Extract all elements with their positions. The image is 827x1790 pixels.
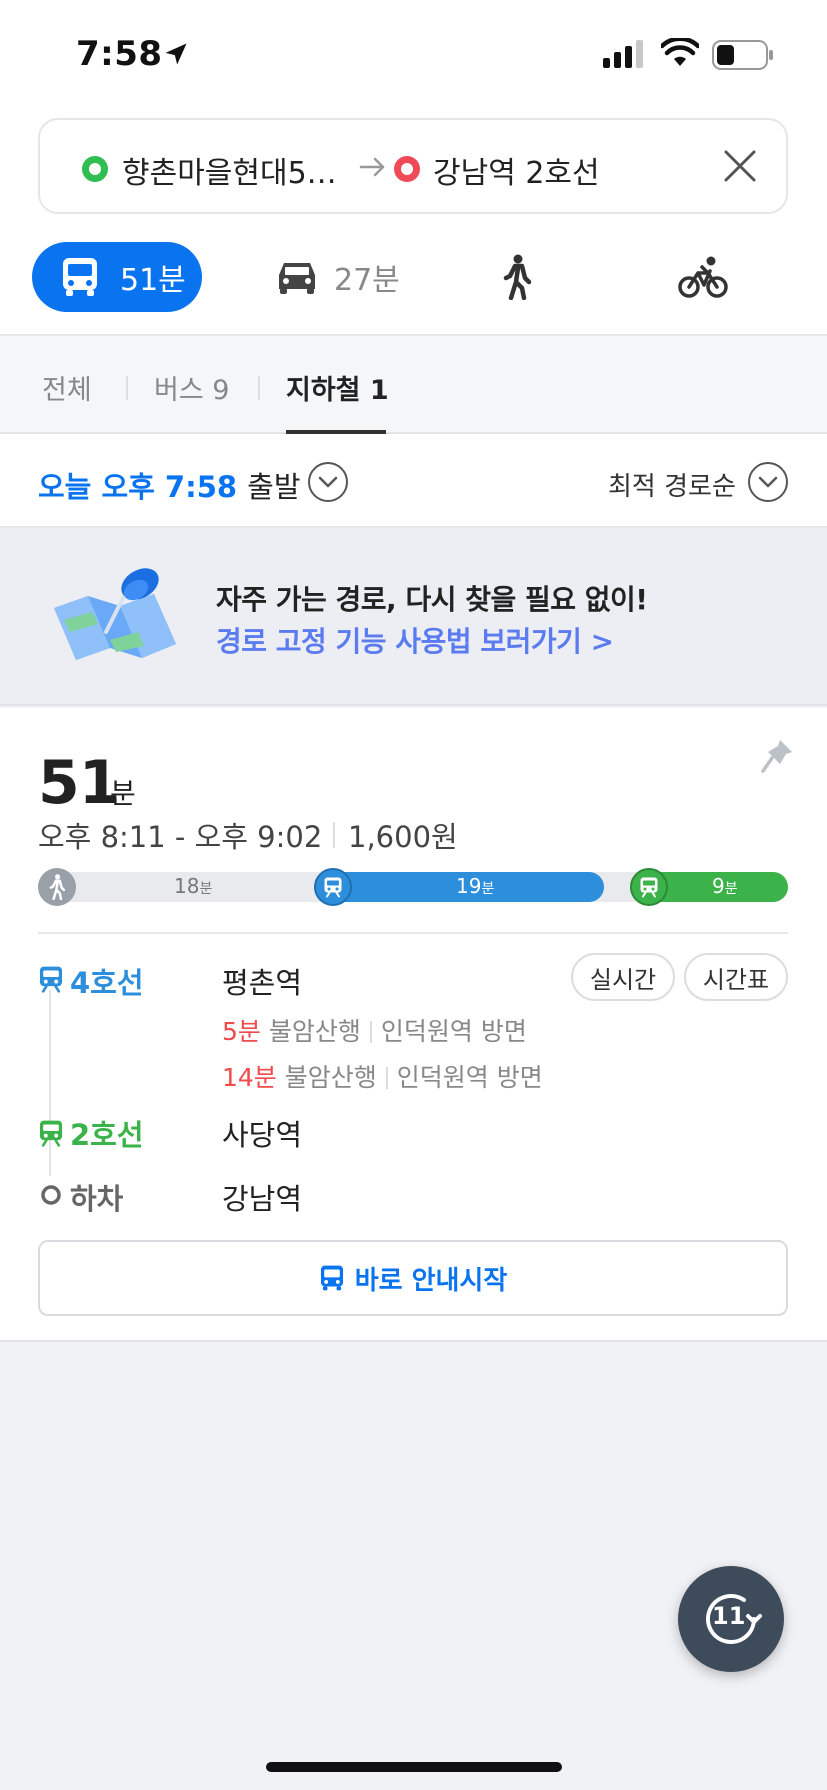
mode-walk-tab[interactable] bbox=[500, 242, 534, 312]
destination-field[interactable]: 강남역 2호선 bbox=[433, 148, 600, 192]
arrival-info: 14분 불암산행 인덕원역 방면 bbox=[222, 1063, 543, 1092]
timetable-button[interactable]: 시간표 bbox=[684, 953, 788, 1001]
step-line-name: 4호선 bbox=[70, 966, 144, 1000]
tab-subway[interactable]: 지하철 1 bbox=[286, 368, 389, 407]
pushpin-icon[interactable] bbox=[760, 738, 794, 778]
walking-icon bbox=[49, 874, 66, 900]
bus-icon bbox=[320, 1265, 343, 1291]
mode-transit-label: 51분 bbox=[120, 263, 186, 298]
departure-time[interactable]: 오늘 오후 7:58 출발 bbox=[38, 464, 301, 506]
banner-link[interactable]: 경로 고정 기능 사용법 보러가기 > bbox=[216, 620, 614, 660]
bus-icon bbox=[63, 258, 97, 296]
tab-all[interactable]: 전체 bbox=[42, 368, 92, 407]
wifi-icon bbox=[661, 38, 699, 66]
tab-separator bbox=[126, 376, 128, 400]
walking-icon bbox=[503, 254, 532, 300]
realtime-button[interactable]: 실시간 bbox=[571, 953, 675, 1001]
divider bbox=[333, 822, 335, 848]
status-time: 7:58 bbox=[76, 34, 163, 74]
arrow-right-icon bbox=[359, 157, 385, 177]
subway-icon bbox=[640, 877, 658, 898]
route-fare: 1,600원 bbox=[348, 820, 458, 854]
subway-line4-icon bbox=[39, 966, 63, 993]
banner-title: 자주 가는 경로, 다시 찾을 필요 없이! bbox=[216, 583, 648, 616]
mode-car-label: 27분 bbox=[334, 263, 400, 298]
route-header: 향촌마을현대5… 강남역 2호선 51분 27분 bbox=[0, 110, 827, 336]
departure-suffix: 출발 bbox=[247, 470, 301, 504]
segment-line4-badge bbox=[314, 868, 352, 906]
segment-walk-minutes: 18분 bbox=[174, 874, 213, 898]
origin-marker-icon bbox=[82, 156, 108, 182]
mode-car-tab[interactable]: 27분 bbox=[276, 242, 400, 312]
route-search-box[interactable]: 향촌마을현대5… 강남역 2호선 bbox=[38, 118, 788, 214]
arrival-info: 5분 불암산행 인덕원역 방면 bbox=[222, 1017, 527, 1046]
mode-transit-tab[interactable]: 51분 bbox=[32, 242, 202, 312]
step-line-name: 하차 bbox=[70, 1182, 124, 1216]
start-navigation-label: 바로 안내시작 bbox=[354, 1265, 508, 1296]
destination-marker-icon bbox=[394, 156, 420, 182]
chevron-down-icon bbox=[758, 476, 778, 488]
route-time-range: 오후 8:11 - 오후 9:02 bbox=[38, 820, 323, 854]
segment-line2-minutes: 9분 bbox=[712, 874, 738, 898]
bicycle-icon bbox=[678, 256, 728, 298]
alight-point-icon bbox=[41, 1185, 61, 1205]
route-card[interactable]: 51 분 오후 8:11 - 오후 9:02 1,600원 18분 19분 9분 bbox=[0, 708, 827, 1342]
route-timeline-line bbox=[49, 990, 51, 1176]
map-pin-illustration-icon bbox=[54, 568, 176, 660]
route-duration: 51 bbox=[38, 748, 120, 818]
subway-line2-icon bbox=[39, 1120, 63, 1147]
segment-line2-badge bbox=[630, 868, 668, 906]
chevron-down-icon bbox=[318, 476, 338, 488]
cellular-signal-icon bbox=[603, 40, 643, 68]
departure-row: 오늘 오후 7:58 출발 최적 경로순 bbox=[0, 434, 827, 528]
close-icon[interactable] bbox=[720, 146, 760, 186]
step-station[interactable]: 사당역 bbox=[222, 1112, 302, 1154]
car-icon bbox=[279, 263, 315, 294]
subway-icon bbox=[324, 877, 342, 898]
divider bbox=[38, 932, 788, 934]
tab-bus[interactable]: 버스 9 bbox=[154, 368, 229, 407]
pin-route-banner[interactable]: 자주 가는 경로, 다시 찾을 필요 없이! 경로 고정 기능 사용법 보러가기… bbox=[0, 528, 827, 706]
departure-time-dropdown[interactable] bbox=[308, 462, 348, 502]
start-navigation-button[interactable]: 바로 안내시작 bbox=[38, 1240, 788, 1316]
route-duration-unit: 분 bbox=[110, 777, 136, 810]
battery-icon bbox=[712, 40, 773, 70]
segment-walk-badge bbox=[38, 868, 76, 906]
tab-separator bbox=[258, 376, 260, 400]
segment-line4-minutes: 19분 bbox=[456, 874, 495, 898]
refresh-countdown-button[interactable]: 11 bbox=[678, 1566, 784, 1672]
step-station[interactable]: 강남역 bbox=[222, 1176, 302, 1218]
route-filter-tabs: 전체 버스 9 지하철 1 bbox=[0, 336, 827, 434]
location-arrow-icon bbox=[165, 43, 187, 65]
travel-mode-tabs: 51분 27분 bbox=[0, 242, 827, 312]
origin-field[interactable]: 향촌마을현대5… bbox=[122, 148, 352, 192]
sort-order-label[interactable]: 최적 경로순 bbox=[608, 466, 736, 503]
home-indicator bbox=[266, 1762, 562, 1772]
mode-bike-tab[interactable] bbox=[678, 242, 728, 312]
step-station[interactable]: 평촌역 bbox=[222, 960, 302, 1002]
refresh-countdown-value: 11 bbox=[712, 1602, 746, 1630]
status-bar: 7:58 bbox=[0, 0, 827, 110]
step-line-name: 2호선 bbox=[70, 1118, 144, 1152]
sort-order-dropdown[interactable] bbox=[748, 462, 788, 502]
